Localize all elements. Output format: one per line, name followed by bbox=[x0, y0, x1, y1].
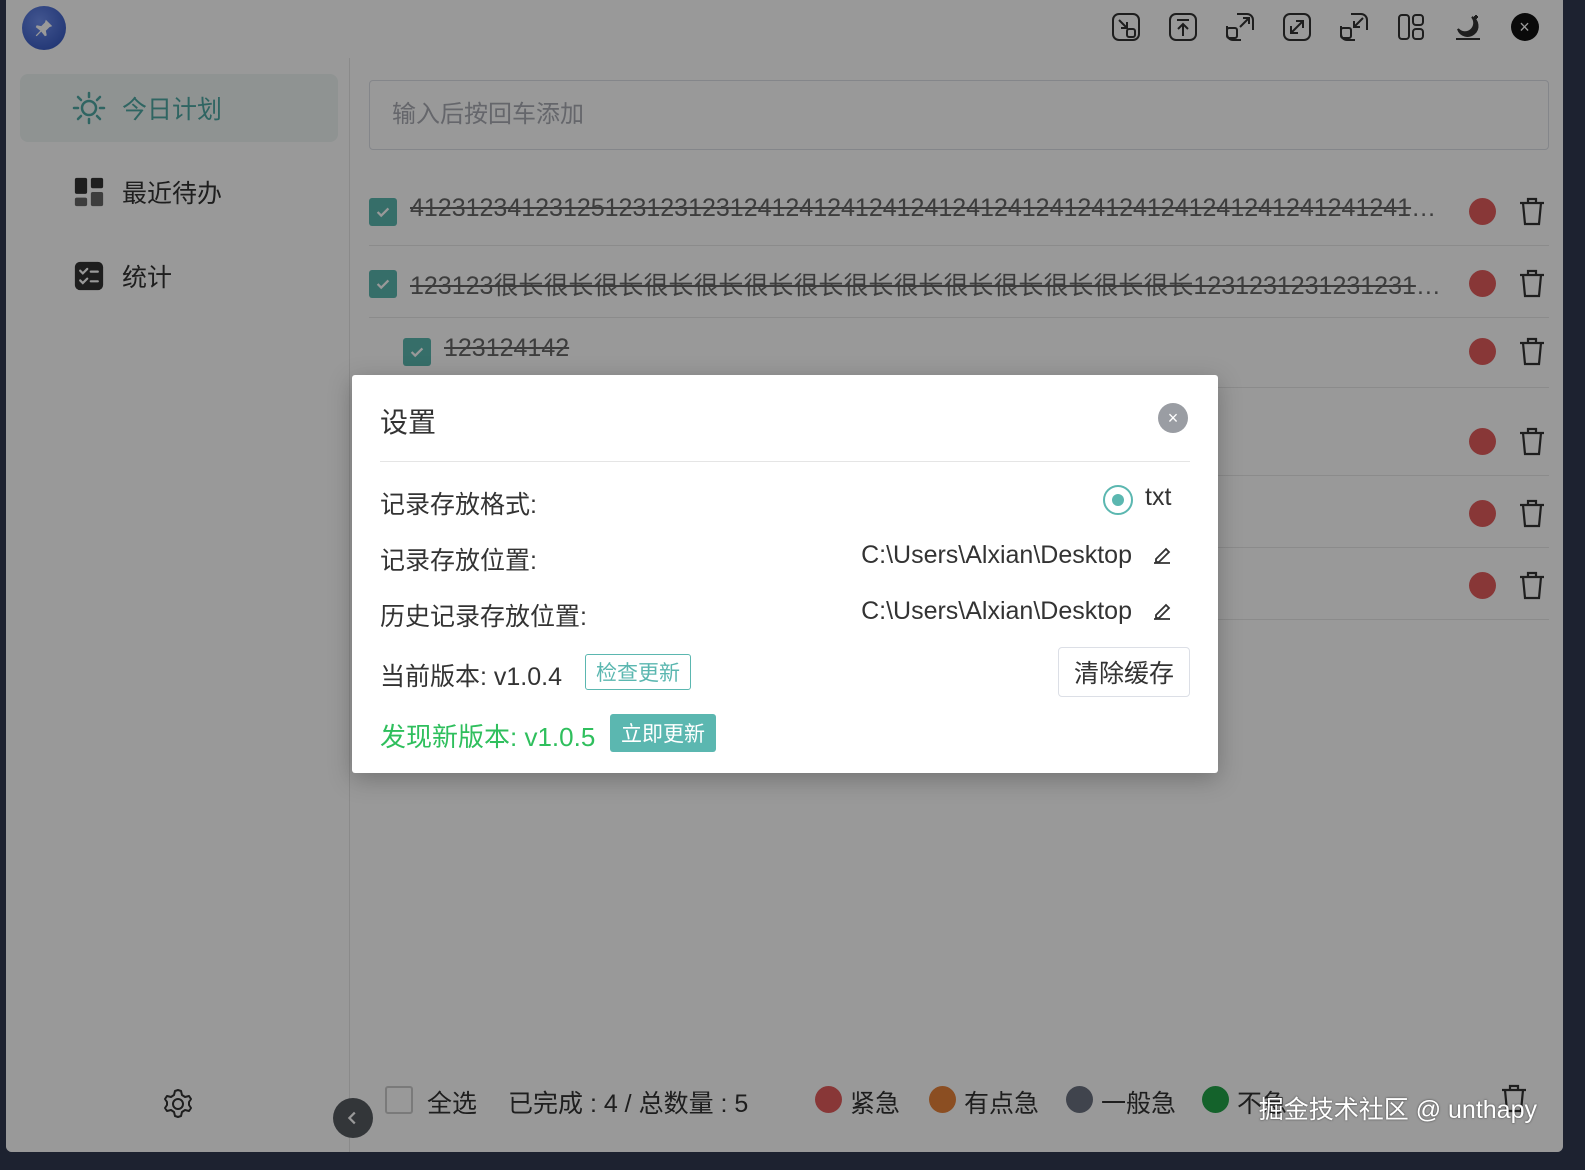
edit-history-location-icon[interactable] bbox=[1150, 599, 1174, 623]
format-label: 记录存放格式: bbox=[380, 491, 537, 519]
check-update-button[interactable]: 检查更新 bbox=[585, 654, 691, 690]
update-now-button[interactable]: 立即更新 bbox=[610, 714, 716, 752]
edit-location-icon[interactable] bbox=[1150, 543, 1174, 567]
dialog-title: 设置 bbox=[380, 407, 437, 438]
dialog-close-button[interactable]: × bbox=[1158, 403, 1188, 433]
new-version-notice: 发现新版本: v1.0.5 bbox=[380, 722, 596, 752]
dialog-divider bbox=[380, 461, 1190, 462]
format-radio-label[interactable]: txt bbox=[1145, 483, 1171, 512]
history-location-path: C:\Users\Alxian\Desktop bbox=[861, 597, 1132, 625]
location-label: 记录存放位置: bbox=[380, 547, 537, 575]
current-version: 当前版本: v1.0.4 bbox=[380, 663, 562, 691]
settings-dialog: 设置 × 记录存放格式: txt 记录存放位置: C:\Users\Alxian… bbox=[352, 375, 1218, 773]
location-path: C:\Users\Alxian\Desktop bbox=[861, 541, 1132, 569]
clear-cache-button[interactable]: 清除缓存 bbox=[1058, 647, 1190, 697]
history-location-label: 历史记录存放位置: bbox=[380, 603, 587, 631]
format-radio-txt[interactable] bbox=[1103, 485, 1133, 515]
watermark: 掘金技术社区 @ unthapy bbox=[1258, 1096, 1537, 1124]
